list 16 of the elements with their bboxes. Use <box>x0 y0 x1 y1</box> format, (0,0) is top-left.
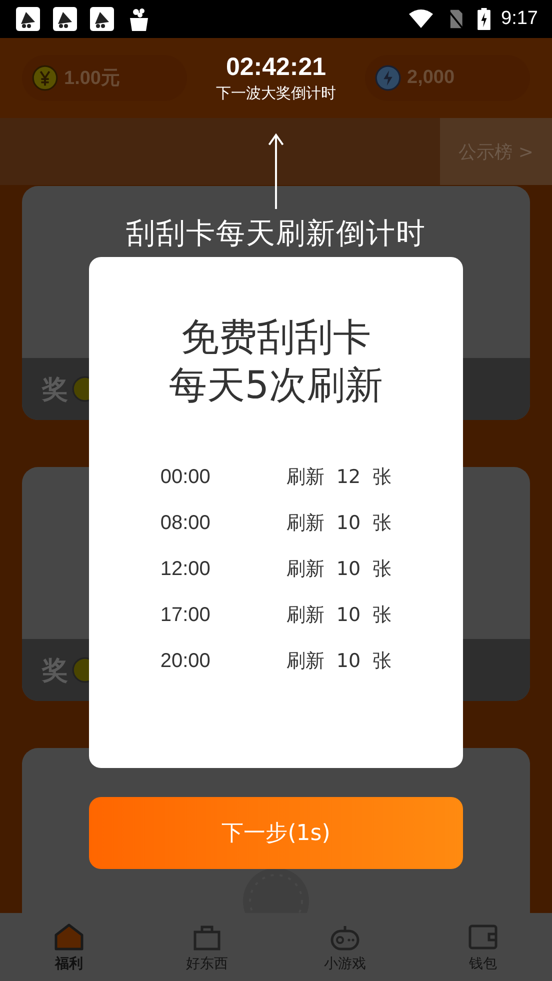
refresh-amount: 刷新 10 张 <box>286 649 392 674</box>
refresh-amount: 刷新 10 张 <box>286 557 392 582</box>
refresh-time: 12:00 <box>160 557 212 582</box>
dialog-title: 免费刮刮卡 <box>181 314 371 361</box>
refresh-amount: 刷新 10 张 <box>286 603 392 628</box>
refresh-time: 17:00 <box>160 603 212 628</box>
clock-time: 9:17 <box>501 8 538 30</box>
countdown-label: 下一波大奖倒计时 <box>216 84 336 103</box>
refresh-amount: 刷新 12 张 <box>286 465 392 490</box>
dialog-title: 每天5次刷新 <box>168 362 384 409</box>
refresh-time: 00:00 <box>160 465 212 490</box>
refresh-time: 08:00 <box>160 511 212 536</box>
countdown-timer: 02:42:21 <box>226 53 326 82</box>
refresh-time: 20:00 <box>160 649 212 674</box>
refresh-amount: 刷新 10 张 <box>286 511 392 536</box>
guide-tip: 刮刮卡每天刷新倒计时 <box>125 215 427 252</box>
